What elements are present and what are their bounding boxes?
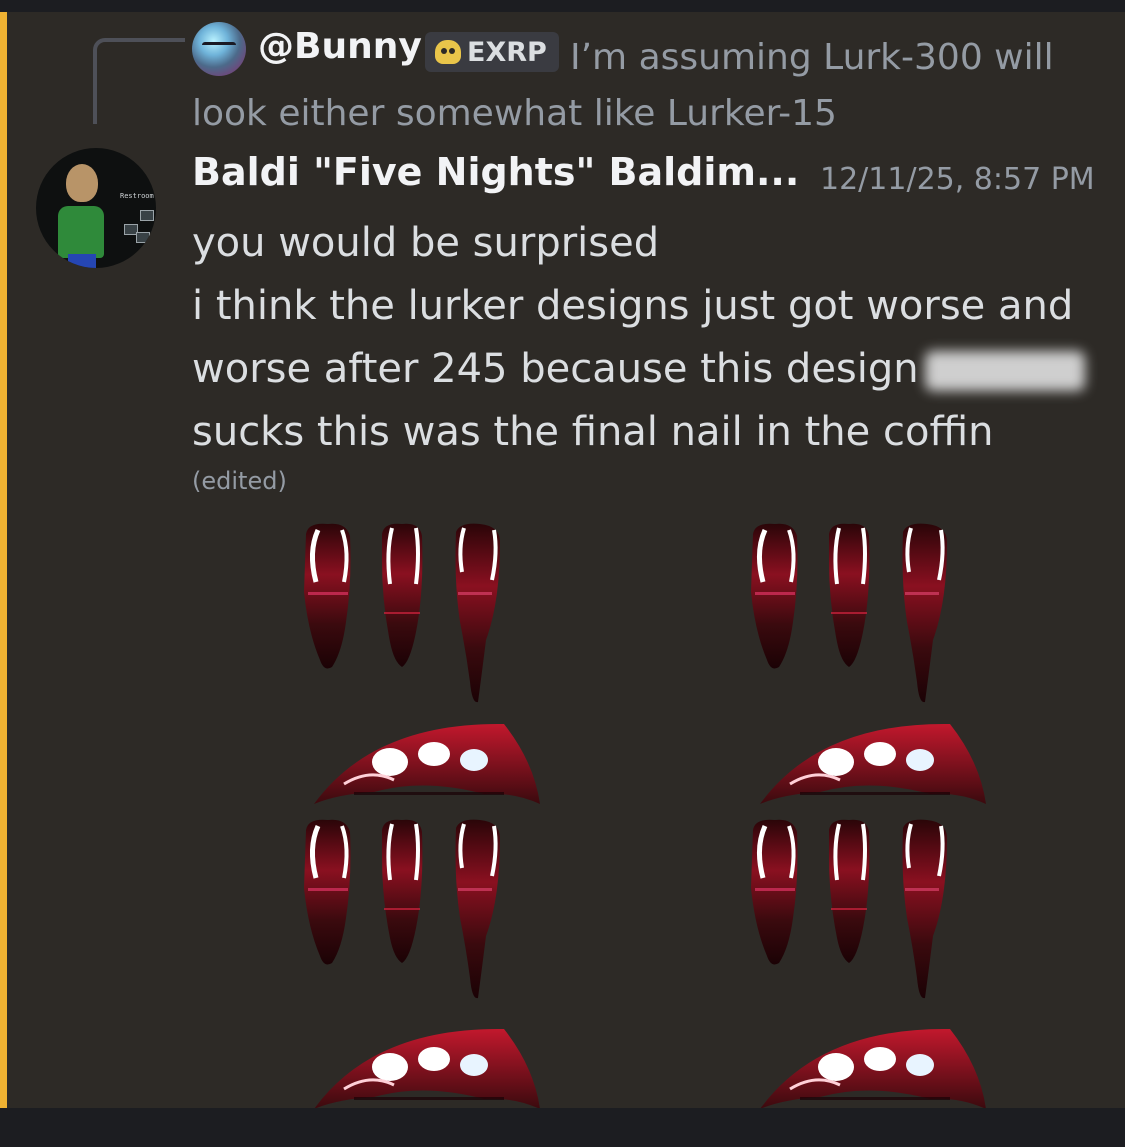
mouth-top-right	[758, 722, 988, 806]
message-line: worse after 245 because this design	[192, 338, 1112, 401]
message-line: i think the lurker designs just got wors…	[192, 283, 1074, 329]
mention-highlight-bar	[0, 12, 7, 1108]
mouth-top-left	[312, 722, 542, 806]
message-line: sucks this was the final nail in the cof…	[192, 409, 994, 455]
image-attachment[interactable]	[290, 512, 990, 1108]
message-content: you would be surprised i think the lurke…	[192, 212, 1112, 464]
avatar[interactable]: Restroom	[36, 148, 156, 268]
lurker-sprite-sheet	[290, 512, 988, 1108]
author-name[interactable]: Baldi "Five Nights" Baldim...	[192, 150, 799, 194]
chat-message[interactable]: I’m assuming Lurk-300 will look either s…	[0, 12, 1125, 1108]
mouth-bottom-right	[758, 1027, 988, 1108]
top-bar	[0, 0, 1125, 12]
claws-bottom-right	[751, 820, 947, 999]
reply-connector	[93, 38, 185, 124]
claws-top-left	[304, 524, 500, 703]
server-tag-label: EXRP	[467, 36, 547, 68]
mouth-bottom-left	[312, 1027, 542, 1108]
bottom-bar	[0, 1108, 1125, 1147]
server-tag[interactable]: EXRP	[425, 32, 559, 72]
claws-bottom-left	[304, 820, 500, 999]
edited-indicator: (edited)	[192, 467, 287, 495]
reply-username[interactable]: @Bunny	[258, 26, 422, 67]
avatar-sign: Restroom	[120, 192, 154, 200]
skull-icon	[435, 40, 461, 64]
censored-word	[924, 351, 1085, 391]
claws-top-right	[751, 524, 947, 703]
message-line: you would be surprised	[192, 220, 660, 266]
message-timestamp[interactable]: 12/11/25, 8:57 PM	[820, 162, 1095, 197]
